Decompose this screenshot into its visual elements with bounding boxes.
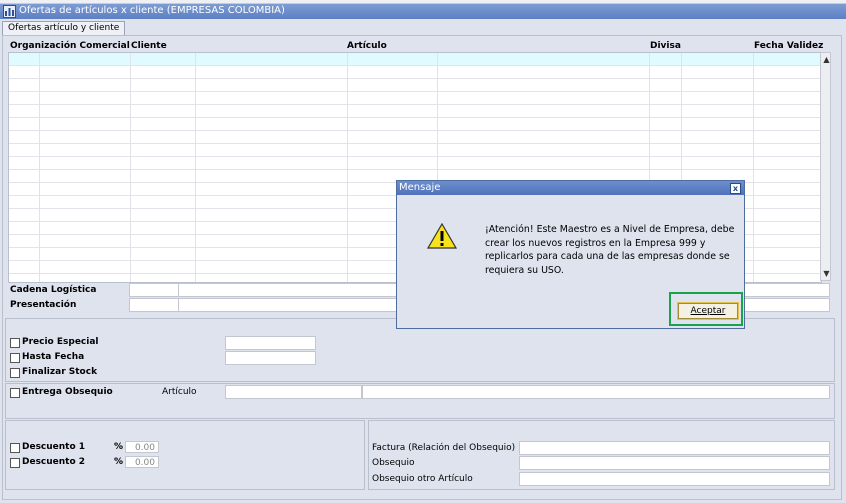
obsequio-label: Obsequio <box>372 458 415 468</box>
col-header-cliente[interactable]: Cliente <box>131 41 167 51</box>
descuento2-pct: % <box>114 457 124 467</box>
col-header-fecha[interactable]: Fecha Validez <box>754 41 823 51</box>
obsequio-otro-field[interactable] <box>519 472 830 486</box>
close-icon[interactable]: x <box>730 183 741 194</box>
col-header-divisa[interactable]: Divisa <box>650 41 681 51</box>
dialog-titlebar: Mensaje x <box>397 181 744 195</box>
articulo-label: Artículo <box>162 387 197 397</box>
precio-especial-field[interactable] <box>225 336 316 350</box>
precio-especial-checkbox[interactable] <box>10 338 20 348</box>
cadena-code-field[interactable] <box>129 283 179 297</box>
descuento1-pct: % <box>114 442 124 452</box>
descuento-section <box>5 420 365 490</box>
descuento2-label: Descuento 2 <box>22 457 86 467</box>
cadena-label: Cadena Logística <box>10 285 97 295</box>
grid-scrollbar[interactable]: ▲ ▼ <box>820 52 831 281</box>
message-dialog: Mensaje x ¡Atención! Este Maestro es a N… <box>396 180 745 329</box>
dialog-title: Mensaje <box>399 182 441 193</box>
obsequio-field[interactable] <box>519 456 830 470</box>
window-title: Ofertas de artículos x cliente (EMPRESAS… <box>19 5 285 16</box>
grid-column-line <box>195 53 196 282</box>
grid-column-line <box>753 53 754 282</box>
descuento1-label: Descuento 1 <box>22 442 86 452</box>
precio-especial-label: Precio Especial <box>22 337 99 347</box>
entrega-obsequio-label: Entrega Obsequio <box>22 387 113 397</box>
hasta-fecha-checkbox[interactable] <box>10 353 20 363</box>
grid-column-line <box>39 53 40 282</box>
col-header-org[interactable]: Organización Comercial <box>10 41 130 51</box>
entrega-obsequio-checkbox[interactable] <box>10 388 20 398</box>
hasta-fecha-label: Hasta Fecha <box>22 352 85 362</box>
obsequio-articulo-desc-field[interactable] <box>362 385 830 399</box>
descuento1-checkbox[interactable] <box>10 443 20 453</box>
obsequio-otro-label: Obsequio otro Artículo <box>372 474 473 484</box>
descuento2-checkbox[interactable] <box>10 458 20 468</box>
finalizar-stock-checkbox[interactable] <box>10 368 20 378</box>
scroll-down-icon[interactable]: ▼ <box>822 269 831 278</box>
ok-focus-frame: Aceptar <box>669 292 743 326</box>
grid-column-line <box>347 53 348 282</box>
factura-label: Factura (Relación del Obsequio) <box>372 443 516 453</box>
presentacion-label: Presentación <box>10 300 77 310</box>
finalizar-stock-label: Finalizar Stock <box>22 367 98 377</box>
descuento1-field[interactable]: 0.00 <box>125 441 159 453</box>
warning-icon <box>427 223 457 249</box>
factura-field[interactable] <box>519 441 830 455</box>
tab-ofertas[interactable]: Ofertas artículo y cliente <box>2 21 126 35</box>
descuento2-field[interactable]: 0.00 <box>125 456 159 468</box>
grid-column-line <box>130 53 131 282</box>
col-header-articulo[interactable]: Artículo <box>347 41 387 51</box>
presentacion-code-field[interactable] <box>129 298 179 312</box>
app-icon <box>3 5 16 18</box>
aceptar-button[interactable]: Aceptar <box>677 302 739 320</box>
hasta-fecha-field[interactable] <box>225 351 316 365</box>
obsequio-articulo-code-field[interactable] <box>225 385 362 399</box>
scroll-up-icon[interactable]: ▲ <box>822 55 831 64</box>
dialog-message: ¡Atención! Este Maestro es a Nivel de Em… <box>485 224 735 276</box>
window-titlebar: Ofertas de artículos x cliente (EMPRESAS… <box>0 4 846 19</box>
